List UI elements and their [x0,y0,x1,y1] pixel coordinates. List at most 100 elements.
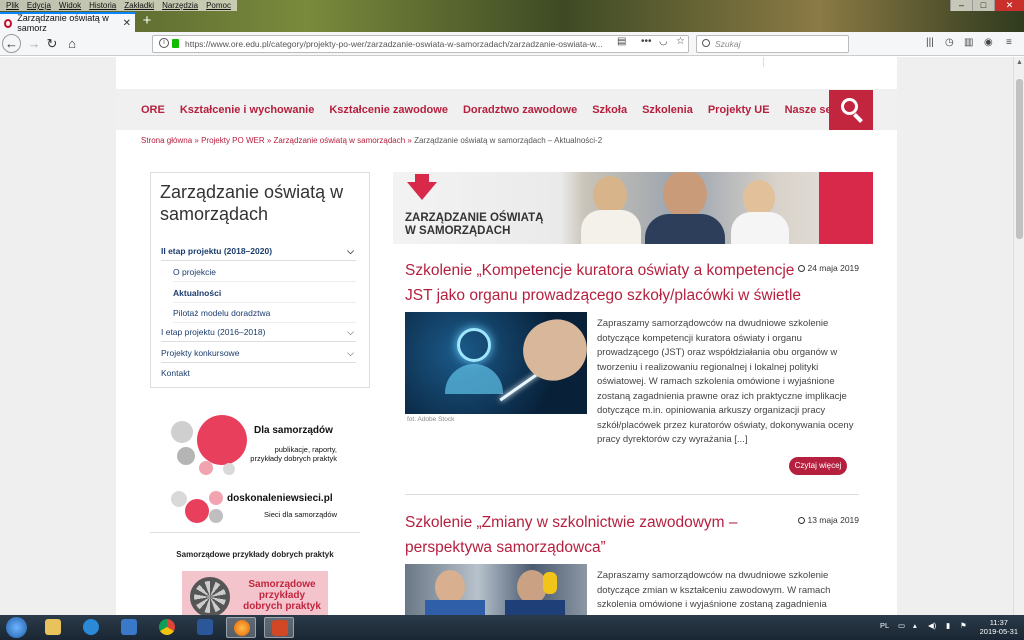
menu-narzedzia[interactable]: Narzędzia [158,0,202,11]
flag-icon[interactable]: ⚑ [960,621,967,630]
info-icon[interactable]: i [159,38,169,48]
clock-date: 2019-05-31 [979,627,1018,636]
good-practices-banner-text: Samorządowe przykłady dobrych praktyk [243,579,321,612]
volume-icon[interactable]: ◀) [928,621,936,630]
maximize-button[interactable]: □ [972,0,994,11]
menu-edycja[interactable]: Edycja [23,0,55,11]
reader-view-icon[interactable]: ▤ [617,36,626,47]
network-icon[interactable]: ▮ [946,621,950,630]
page-actions-icon[interactable]: ••• [641,36,652,47]
favicon-icon [4,18,13,28]
menu-plik[interactable]: Plik [2,0,23,11]
banner-text: ZARZĄDZANIE OŚWIATĄ W SAMORZĄDACH [405,212,544,237]
nav-projekty-ue[interactable]: Projekty UE [708,104,770,116]
promo-dla-samorzadow[interactable]: Dla samorządów publikacje, raporty, przy… [169,413,341,477]
lock-icon [172,39,179,48]
breadcrumb-home[interactable]: Strona główna [141,136,192,145]
breadcrumb-zos[interactable]: Zarządzanie oświatą w samorządach [274,136,406,145]
page-scrollbar[interactable]: ▲ [1013,57,1024,615]
read-more-button[interactable]: Czytaj więcej [789,457,847,475]
menu-widok[interactable]: Widok [55,0,85,11]
sidebar-title: Zarządzanie oświatą w samorządach [160,182,344,224]
windows-taskbar: PL ▭ ▴ ◀) ▮ ⚑ 11:37 2019-05-31 [0,615,1024,640]
nav-doradztwo[interactable]: Doradztwo zawodowe [463,104,577,116]
media-player-taskbar-icon[interactable] [114,617,144,638]
close-tab-icon[interactable]: ✕ [123,18,131,29]
clock-icon [798,517,806,525]
sidebar-item-etap1[interactable]: I etap projektu (2016–2018) ⌵ [161,322,356,342]
breadcrumb-current: Zarządzanie oświatą w samorządach – Aktu… [414,136,603,145]
close-window-button[interactable]: ✕ [994,0,1024,11]
menu-bar: Plik Edycja Widok Historia Zakładki Narz… [0,0,237,11]
breadcrumb-po-wer[interactable]: Projekty PO WER [201,136,265,145]
film-reel-icon [190,577,230,615]
sidebar-menu: Zarządzanie oświatą w samorządach II eta… [150,172,370,388]
tray-icon[interactable]: ▭ [898,621,905,630]
article-image[interactable] [405,564,587,615]
people-photo [573,172,823,244]
bookmark-star-icon[interactable]: ☆ [676,36,685,47]
promo-doskonaleniewsieci[interactable]: doskonaleniewsieci.pl Sieci dla samorząd… [169,487,341,527]
sidebar-item-pilotaz[interactable]: Pilotaż modelu doradztwa [173,303,356,323]
sidebar-item-aktualnosci[interactable]: Aktualności [173,283,356,303]
nav-szkolenia[interactable]: Szkolenia [642,104,693,116]
reload-icon[interactable]: ↻ [42,34,62,54]
firefox-taskbar-icon[interactable] [226,617,256,638]
address-bar[interactable]: i https://www.ore.edu.pl/category/projek… [152,35,689,53]
chevron-down-icon[interactable]: ⌵ [347,241,354,261]
site-search-button[interactable] [829,90,873,130]
hamburger-menu-icon[interactable]: ≡ [1006,37,1012,48]
ie-taskbar-icon[interactable] [76,617,106,638]
browser-tab[interactable]: Zarządzanie oświatą w samorz ✕ [0,12,135,33]
clock[interactable]: 11:37 2019-05-31 [980,618,1018,636]
nav-ksztalcenie-zawodowe[interactable]: Kształcenie zawodowe [329,104,448,116]
account-icon[interactable]: ◉ [984,37,993,48]
menu-pomoc[interactable]: Pomoc [202,0,235,11]
promo2-title: doskonaleniewsieci.pl [227,493,333,504]
site-top-strip [116,57,897,89]
history-icon[interactable]: ◷ [945,37,954,48]
sidebar-item-kontakt[interactable]: Kontakt [161,363,356,383]
article: Szkolenie „Zmiany w szkolnictwie zawodow… [405,510,859,615]
pocket-icon[interactable]: ◡ [659,36,668,47]
search-input[interactable]: Szukaj [696,35,849,53]
back-icon[interactable]: ← [2,34,21,53]
nav-ore[interactable]: ORE [141,104,165,116]
site-container: ORE Kształcenie i wychowanie Kształcenie… [116,57,897,615]
clock-icon [798,265,806,273]
web-page: ORE Kształcenie i wychowanie Kształcenie… [0,57,1013,615]
search-icon [702,39,710,47]
new-tab-button[interactable]: + [139,13,155,31]
sidebar-item-o-projekcie[interactable]: O projekcie [173,262,356,282]
tab-title: Zarządzanie oświatą w samorz [17,13,109,33]
chrome-taskbar-icon[interactable] [152,617,182,638]
article-title[interactable]: Szkolenie „Zmiany w szkolnictwie zawodow… [405,510,810,560]
word-taskbar-icon[interactable] [190,617,220,638]
home-icon[interactable]: ⌂ [62,34,82,54]
breadcrumb: Strona główna » Projekty PO WER » Zarząd… [141,136,603,145]
main-navigation: ORE Kształcenie i wychowanie Kształcenie… [116,89,897,130]
promo1-title: Dla samorządów [254,425,333,436]
sidebar-item-konkursowe[interactable]: Projekty konkursowe ⌵ [161,343,356,363]
chevron-down-icon[interactable]: ⌵ [347,322,354,342]
sidebar-icon[interactable]: ▥ [964,37,973,48]
search-placeholder: Szukaj [715,39,741,49]
start-button[interactable] [2,615,30,640]
library-icon[interactable]: ||| [926,37,934,48]
sidebar-item-etap2[interactable]: II etap projektu (2018–2020) ⌵ [161,241,356,261]
good-practices-box: Samorządowe przykłady dobrych praktyk Sa… [150,532,360,615]
tray-arrow-icon[interactable]: ▴ [913,621,917,630]
minimize-button[interactable]: – [950,0,972,11]
language-indicator[interactable]: PL [880,621,889,630]
chevron-down-icon[interactable]: ⌵ [347,343,354,363]
forward-icon[interactable]: → [24,34,44,54]
good-practices-banner[interactable]: Samorządowe przykłady dobrych praktyk [182,571,328,615]
nav-ksztalcenie-wychowanie[interactable]: Kształcenie i wychowanie [180,104,315,116]
menu-historia[interactable]: Historia [85,0,120,11]
explorer-taskbar-icon[interactable] [38,617,68,638]
nav-szkola[interactable]: Szkoła [592,104,627,116]
bubbles-graphic [169,413,249,477]
menu-zakladki[interactable]: Zakładki [120,0,158,11]
powerpoint-taskbar-icon[interactable] [264,617,294,638]
url-text: https://www.ore.edu.pl/category/projekty… [185,39,603,49]
